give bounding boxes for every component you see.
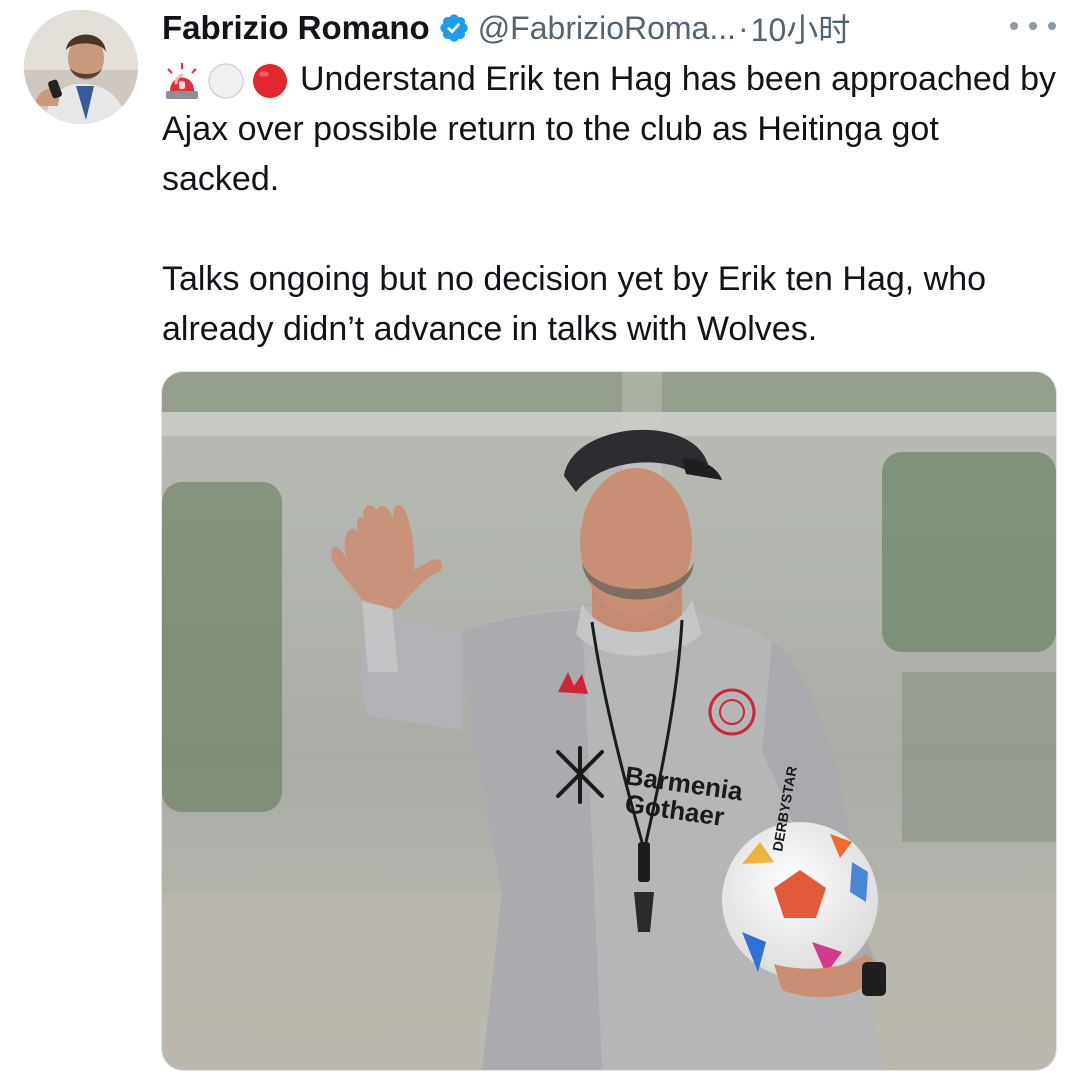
tweet-timestamp[interactable]: 10小时 [751, 5, 851, 51]
author-avatar[interactable] [24, 10, 138, 124]
tweet-paragraph-2: Talks ongoing but no decision yet by Eri… [162, 260, 987, 348]
coach-photo: Barmenia Gothaer DERBYSTAR [162, 372, 1056, 1070]
tweet-photo[interactable]: Barmenia Gothaer DERBYSTAR [161, 371, 1057, 1071]
tweet-text: Understand Erik ten Hag has been approac… [162, 54, 1062, 354]
red-circle-emoji [253, 64, 287, 99]
display-name[interactable]: Fabrizio Romano [162, 9, 430, 47]
tweet-header: Fabrizio Romano @FabrizioRoma... · 10小时 [162, 6, 1060, 50]
verified-badge-icon [440, 14, 468, 42]
separator-dot: · [738, 9, 749, 46]
tweet-paragraph-1: Understand Erik ten Hag has been approac… [162, 54, 1062, 204]
siren-emoji [166, 63, 198, 100]
paragraph-1-text: Understand Erik ten Hag has been approac… [162, 60, 1057, 198]
more-options-icon[interactable] [1010, 14, 1056, 38]
emoji-group [162, 61, 290, 101]
white-circle-emoji [208, 63, 244, 99]
profile-photo [24, 10, 138, 124]
author-handle[interactable]: @FabrizioRoma... [478, 10, 736, 47]
